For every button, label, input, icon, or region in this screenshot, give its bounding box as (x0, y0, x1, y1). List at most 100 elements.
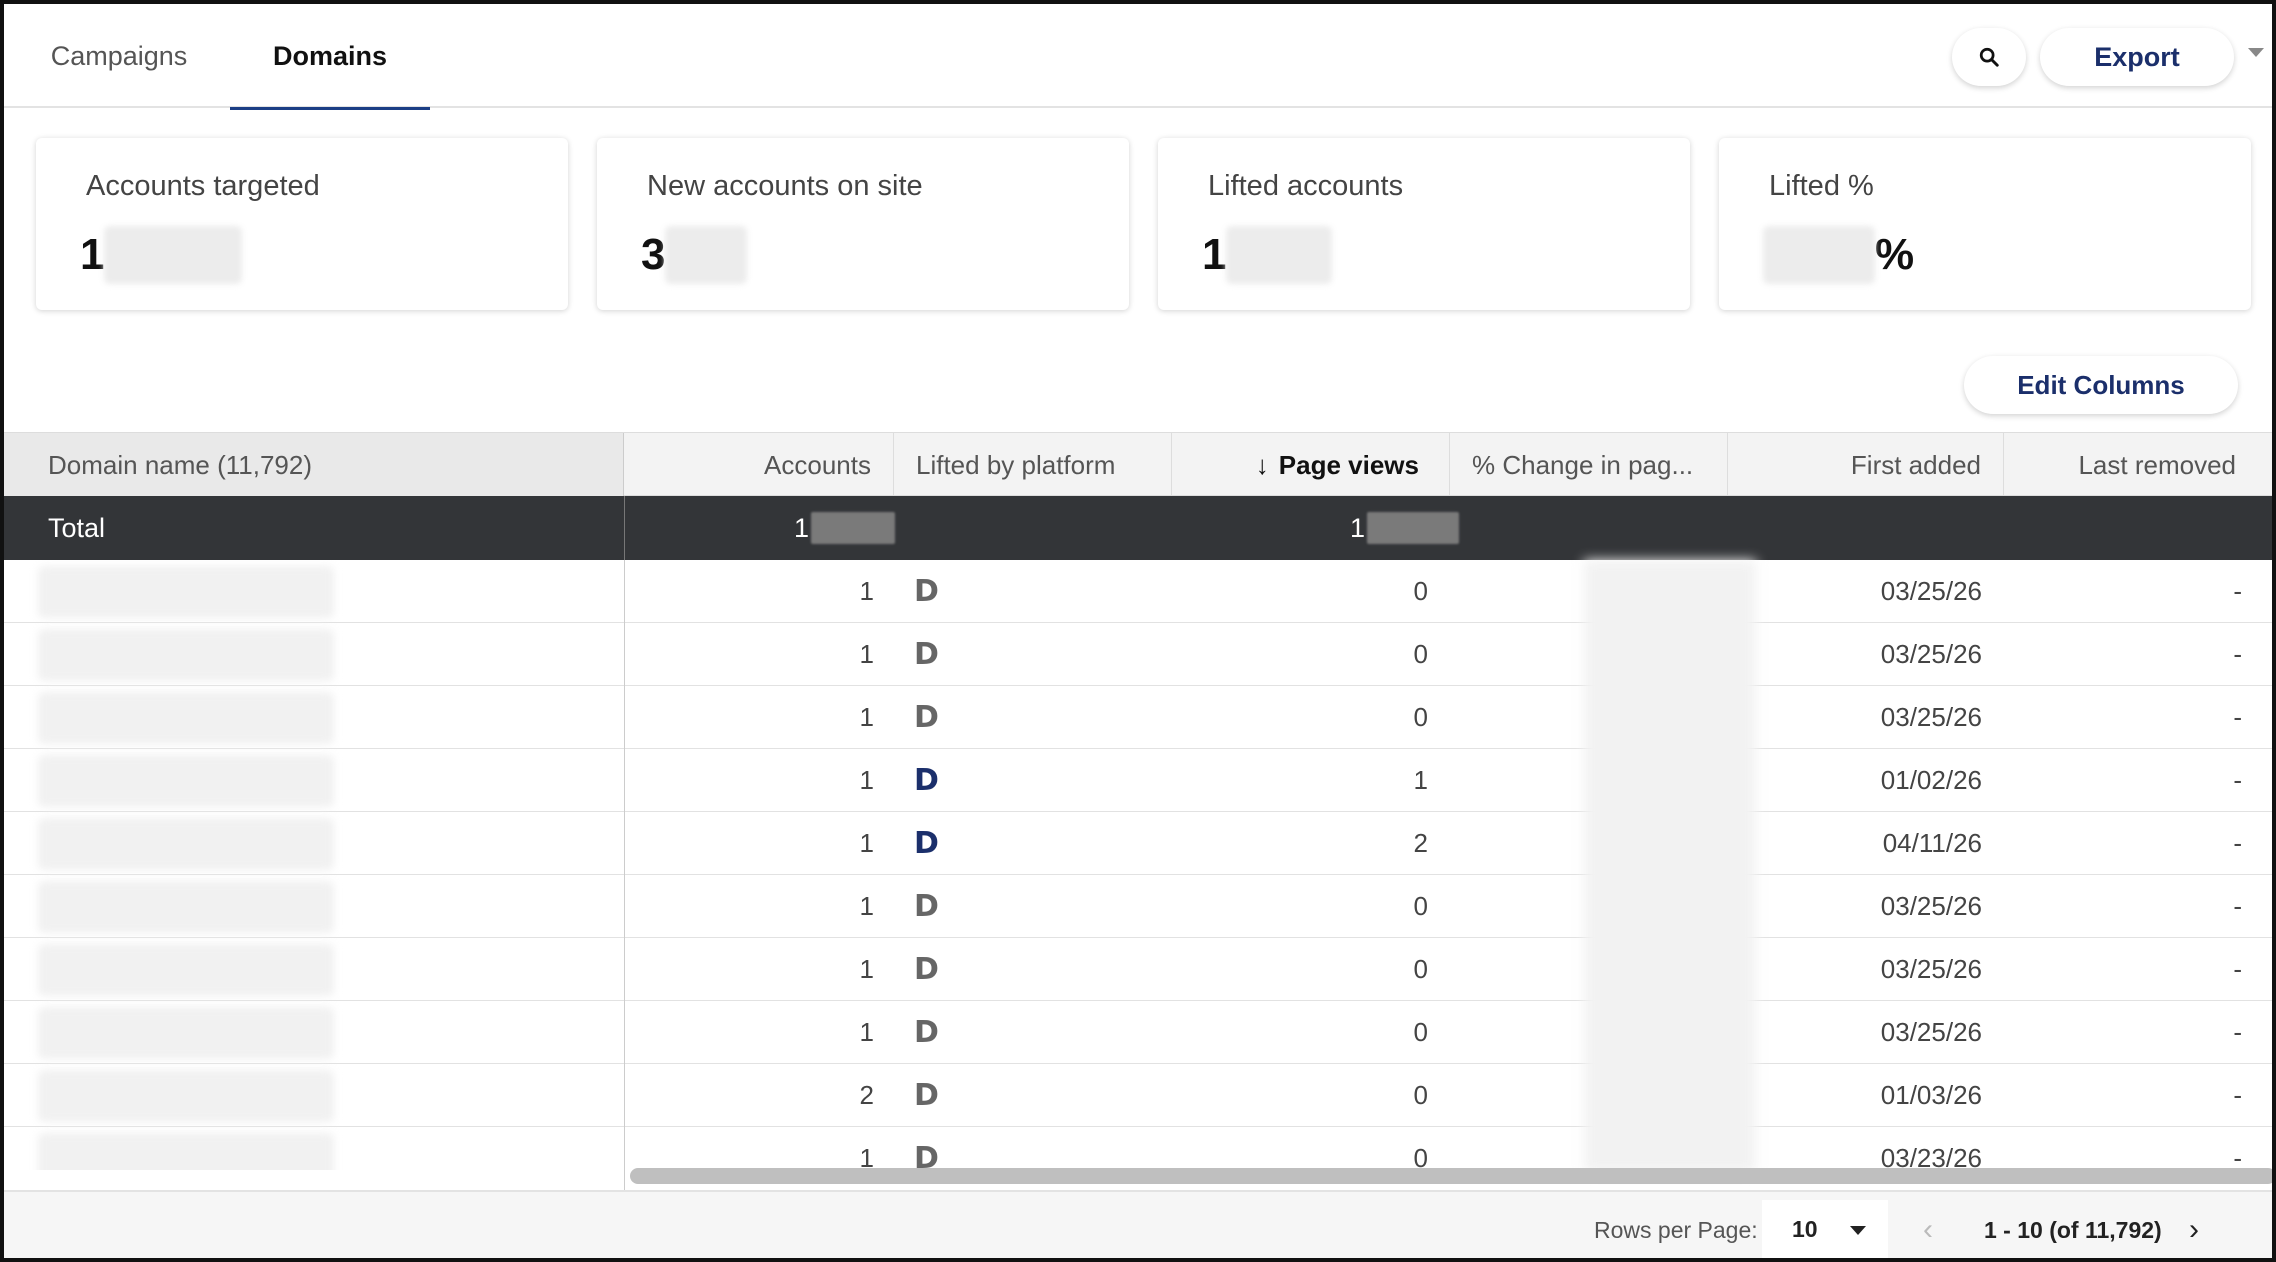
table-row[interactable]: 1 D 0 03/25/26 - (4, 875, 2272, 938)
cell-accounts: 1 (859, 828, 874, 858)
cell-accounts: 1 (859, 954, 874, 984)
domain-name-redacted[interactable] (38, 944, 334, 996)
column-header-label: First added (1850, 449, 1981, 480)
table-row[interactable]: 1 D 1 01/02/26 - (4, 749, 2272, 812)
column-divider (624, 496, 625, 560)
card-accounts-targeted: Accounts targeted 1 (36, 138, 568, 310)
cell-page-views: 0 (1413, 891, 1428, 921)
total-label: Total (48, 512, 106, 543)
domain-name-redacted[interactable] (38, 881, 334, 933)
platform-d-icon: D (914, 1141, 939, 1170)
domain-name-redacted[interactable] (38, 1133, 334, 1170)
table-row[interactable]: 1 D 0 03/23/26 - (4, 1127, 2272, 1170)
cell-first-added: 03/25/26 (1880, 639, 1982, 669)
domain-name-redacted[interactable] (38, 1007, 334, 1059)
cell-page-views: 0 (1413, 1143, 1428, 1170)
export-button[interactable]: Export (2040, 28, 2234, 86)
horizontal-scrollbar[interactable] (630, 1168, 2272, 1184)
table-row[interactable]: 1 D 0 03/25/26 - (4, 1001, 2272, 1064)
table-row[interactable]: 1 D 0 03/25/26 - (4, 686, 2272, 749)
column-header-label: Domain name (11,792) (48, 449, 312, 480)
total-accounts-visible: 1 (794, 512, 810, 543)
platform-d-icon: D (914, 637, 939, 672)
column-header-change-in-page-views[interactable]: % Change in pag... (1450, 433, 1728, 497)
total-page-views-visible: 1 (1350, 512, 1366, 543)
next-page-button[interactable]: › (2176, 1206, 2212, 1254)
cell-page-views: 0 (1413, 1080, 1428, 1110)
edit-columns-button[interactable]: Edit Columns (1964, 356, 2238, 414)
card-value: 1 (1202, 226, 1333, 284)
platform-d-icon: D (914, 1015, 939, 1050)
page-range: 1 - 10 (of 11,792) (1984, 1216, 2162, 1243)
column-header-label: Last removed (2078, 449, 2236, 480)
search-icon (1979, 47, 1999, 67)
cell-first-added: 03/23/26 (1880, 1143, 1982, 1170)
cell-first-added: 01/03/26 (1880, 1080, 1982, 1110)
cell-first-added: 03/25/26 (1880, 702, 1982, 732)
total-accounts: 1 (794, 496, 896, 560)
cell-last-removed: - (2233, 1143, 2242, 1170)
table-body: 1 D 0 03/25/26 - 1 D 0 03/25/26 - 1 D 0 … (4, 560, 2272, 1170)
card-value-visible: 3 (641, 230, 666, 279)
column-header-last-removed[interactable]: Last removed (2004, 433, 2272, 497)
table-row[interactable]: 1 D 0 03/25/26 - (4, 560, 2272, 623)
card-label: Accounts targeted (86, 170, 320, 202)
domain-name-redacted[interactable] (38, 755, 334, 807)
sort-descending-icon: ↓ (1255, 449, 1269, 480)
column-header-domain-name[interactable]: Domain name (11,792) (4, 433, 624, 497)
tab-campaigns[interactable]: Campaigns (24, 4, 214, 108)
redacted-value (1226, 226, 1333, 284)
platform-d-icon: D (914, 889, 939, 924)
card-value: 3 (641, 226, 748, 284)
column-header-label: Page views (1278, 449, 1419, 480)
redacted-value (665, 226, 748, 284)
card-value-visible: 1 (80, 230, 105, 279)
cell-accounts: 2 (859, 1080, 874, 1110)
column-header-page-views[interactable]: ↓ Page views (1172, 433, 1450, 497)
cell-last-removed: - (2233, 891, 2242, 921)
redacted-value (811, 512, 896, 544)
tab-domains[interactable]: Domains (230, 4, 430, 110)
previous-page-button[interactable]: ‹ (1910, 1206, 1946, 1254)
cell-first-added: 03/25/26 (1880, 891, 1982, 921)
card-label: New accounts on site (647, 170, 923, 202)
card-value: % (1763, 226, 1914, 284)
column-header-accounts[interactable]: Accounts (624, 433, 894, 497)
cell-accounts: 1 (859, 765, 874, 795)
platform-d-icon: D (914, 952, 939, 987)
card-value-visible: % (1875, 230, 1915, 279)
card-lifted-percent: Lifted % % (1719, 138, 2251, 310)
cell-last-removed: - (2233, 1080, 2242, 1110)
card-value-visible: 1 (1202, 230, 1227, 279)
cell-page-views: 0 (1413, 639, 1428, 669)
chevron-left-icon: ‹ (1923, 1213, 1933, 1246)
table-row[interactable]: 2 D 0 01/03/26 - (4, 1064, 2272, 1127)
search-button[interactable] (1952, 28, 2026, 86)
table-row[interactable]: 1 D 2 04/11/26 - (4, 812, 2272, 875)
cell-first-added: 04/11/26 (1882, 828, 1982, 858)
column-header-lifted-by-platform[interactable]: Lifted by platform (894, 433, 1172, 497)
export-dropdown-icon[interactable] (2248, 48, 2264, 57)
cell-accounts: 1 (859, 1143, 874, 1170)
domain-name-redacted[interactable] (38, 1070, 334, 1122)
rows-per-page-value: 10 (1792, 1215, 1818, 1242)
domain-name-redacted[interactable] (38, 566, 334, 618)
column-header-first-added[interactable]: First added (1728, 433, 2004, 497)
table-row[interactable]: 1 D 0 03/25/26 - (4, 938, 2272, 1001)
cell-accounts: 1 (859, 891, 874, 921)
domain-name-redacted[interactable] (38, 692, 334, 744)
card-lifted-accounts: Lifted accounts 1 (1158, 138, 1690, 310)
platform-d-icon: D (914, 763, 939, 798)
cell-last-removed: - (2233, 828, 2242, 858)
cell-first-added: 03/25/26 (1880, 1017, 1982, 1047)
cell-accounts: 1 (859, 702, 874, 732)
domain-name-redacted[interactable] (38, 818, 334, 870)
table-row[interactable]: 1 D 0 03/25/26 - (4, 623, 2272, 686)
column-header-label: Lifted by platform (916, 449, 1116, 480)
cell-accounts: 1 (859, 576, 874, 606)
total-page-views: 1 (1350, 496, 1460, 560)
rows-per-page-select[interactable]: 10 (1762, 1200, 1888, 1258)
domain-name-redacted[interactable] (38, 629, 334, 681)
table-header: Domain name (11,792) Accounts Lifted by … (4, 432, 2272, 497)
cell-first-added: 01/02/26 (1880, 765, 1982, 795)
